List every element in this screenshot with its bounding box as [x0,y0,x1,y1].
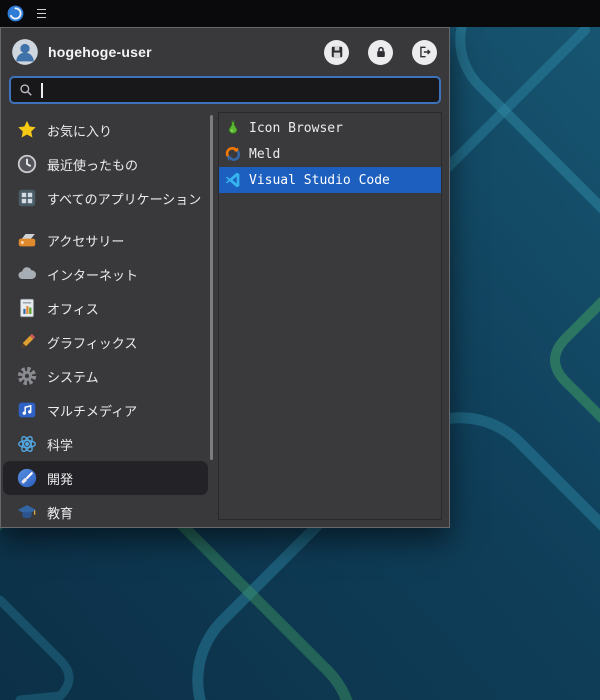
category-internet[interactable]: インターネット [3,257,208,291]
lock-screen-button[interactable] [368,39,393,65]
development-icon [17,468,37,488]
apps-grid-icon [18,189,36,207]
save-session-button[interactable] [324,39,349,65]
vscode-icon [225,172,240,188]
category-label: 開発 [47,471,74,487]
category-label: 教育 [47,505,74,521]
category-label: オフィス [47,301,99,317]
graphics-icon [21,333,36,348]
app-meld[interactable]: Meld [219,141,441,167]
category-label: システム [47,369,99,385]
distro-logo-icon [7,5,24,22]
menu-handle-icon[interactable] [35,5,48,23]
flask-icon [228,120,238,134]
menu-body: お気に入り 最近使ったもの すべてのアプリケーション アクセサリー インターネッ… [1,112,449,527]
category-education[interactable]: 教育 [3,495,208,520]
whisker-menu: hogehoge-user お気に入り 最近使ったもの すべてのアプリケーション… [0,27,450,528]
category-label: インターネット [47,267,139,283]
app-label: Visual Studio Code [249,172,390,188]
log-out-button[interactable] [412,39,437,65]
scrollbar[interactable] [210,115,213,460]
app-visual-studio-code[interactable]: Visual Studio Code [219,167,441,193]
category-separator [1,215,218,223]
category-all-applications[interactable]: すべてのアプリケーション [3,181,208,215]
meld-icon [225,147,241,161]
app-label: Meld [249,146,281,162]
category-system[interactable]: システム [3,359,208,393]
science-icon [18,435,36,453]
top-panel [0,0,600,27]
category-multimedia[interactable]: マルチメディア [3,393,208,427]
app-icon-browser[interactable]: Icon Browser [219,115,441,141]
category-label: 科学 [47,437,74,453]
floppy-icon [331,46,342,58]
avatar [12,39,38,65]
search-icon [20,84,32,96]
logout-icon [419,46,431,58]
search-box[interactable] [9,76,441,104]
app-list: Icon Browser Meld Visual Studio Code [218,112,442,520]
star-icon [18,120,36,138]
office-icon [20,298,34,318]
applications-menu-button[interactable] [5,3,26,24]
multimedia-icon [18,402,36,418]
category-recent[interactable]: 最近使ったもの [3,147,208,181]
text-caret [41,82,43,98]
education-icon [17,505,37,519]
system-gear-icon [17,366,37,386]
category-list: お気に入り 最近使ったもの すべてのアプリケーション アクセサリー インターネッ… [1,112,218,520]
category-office[interactable]: オフィス [3,291,208,325]
category-accessories[interactable]: アクセサリー [3,223,208,257]
category-label: グラフィックス [47,335,138,351]
category-label: アクセサリー [47,233,125,249]
menu-header: hogehoge-user [1,28,449,74]
category-graphics[interactable]: グラフィックス [3,325,208,359]
accessories-icon [18,234,36,247]
lock-icon [376,46,385,57]
category-development[interactable]: 開発 [3,461,208,495]
app-label: Icon Browser [249,120,343,136]
category-label: 最近使ったもの [47,157,139,173]
search-input[interactable] [50,82,431,98]
category-label: すべてのアプリケーション [47,191,202,207]
category-favorites[interactable]: お気に入り [3,113,208,147]
category-label: マルチメディア [47,403,138,419]
category-science[interactable]: 科学 [3,427,208,461]
clock-icon [17,154,37,174]
username: hogehoge-user [48,44,152,60]
category-label: お気に入り [47,123,113,139]
internet-icon [18,267,36,280]
